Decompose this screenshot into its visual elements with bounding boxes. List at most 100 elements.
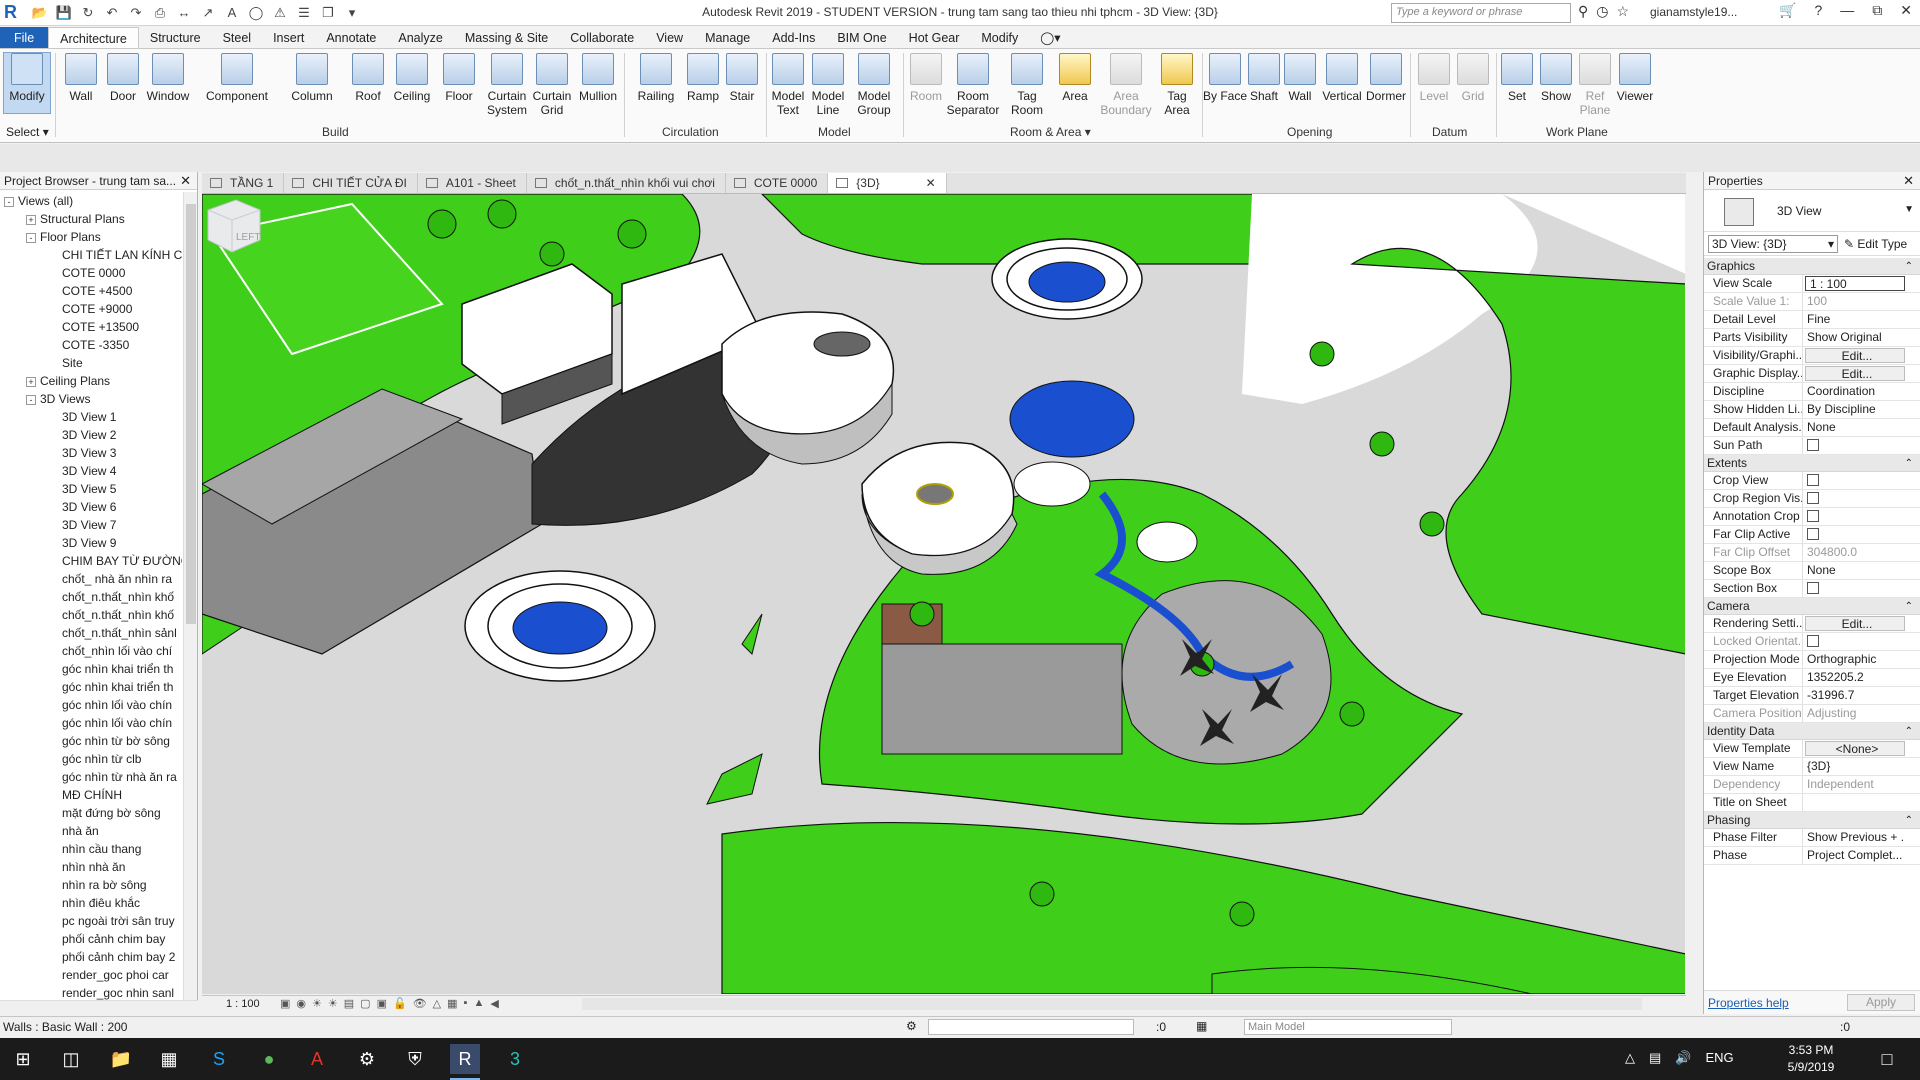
stair-button[interactable]: Stair <box>720 53 764 103</box>
set-button[interactable]: Set <box>1495 53 1539 103</box>
tab-tang-1[interactable]: TẦNG 1 <box>202 173 285 193</box>
property-checkbox[interactable] <box>1807 492 1819 504</box>
collapse-icon[interactable]: - <box>26 394 36 405</box>
browser-item[interactable]: góc nhìn khai triển th <box>0 660 182 678</box>
property-value[interactable]: By Discipline <box>1803 401 1903 418</box>
browser-item[interactable]: CHI TIẾT LAN KÍNH CẦU <box>0 246 182 264</box>
collapse-icon[interactable]: ⌃ <box>1905 455 1913 472</box>
browser-item[interactable]: 3D View 2 <box>0 426 182 444</box>
show-button[interactable]: Show <box>1534 53 1578 103</box>
browser-item[interactable]: COTE 0000 <box>0 264 182 282</box>
window-button[interactable]: Window <box>146 53 190 103</box>
viewer-button[interactable]: Viewer <box>1613 53 1657 103</box>
expand-icon[interactable]: + <box>26 376 36 387</box>
tab-structure[interactable]: Structure <box>139 27 212 48</box>
property-value[interactable] <box>1803 490 1903 507</box>
people-icon[interactable]: △ <box>1625 1050 1635 1066</box>
browser-item[interactable]: chốt_nhìn lối vào chí <box>0 642 182 660</box>
tab-steel[interactable]: Steel <box>212 27 263 48</box>
close-icon[interactable]: ✕ <box>1903 173 1914 189</box>
browser-item[interactable]: chốt_ nhà ăn nhìn ra <box>0 570 182 588</box>
browser-item[interactable]: COTE +4500 <box>0 282 182 300</box>
collapse-icon[interactable]: ⌃ <box>1905 258 1913 275</box>
properties-help-link[interactable]: Properties help <box>1708 996 1789 1010</box>
browser-item[interactable]: góc nhìn khai triển th <box>0 678 182 696</box>
defender-shield-icon[interactable]: ⛨ <box>400 1044 430 1074</box>
network-icon[interactable]: ▤ <box>1649 1050 1661 1066</box>
lang-indicator[interactable]: ENG <box>1705 1050 1733 1066</box>
browser-item[interactable]: góc nhìn từ nhà ăn ra <box>0 768 182 786</box>
vertical-button[interactable]: Vertical <box>1320 53 1364 103</box>
panel-room-area-label[interactable]: Room & Area ▾ <box>1010 125 1091 139</box>
tab-a101-sheet[interactable]: A101 - Sheet <box>418 173 527 193</box>
browser-item[interactable]: chốt_n.thất_nhìn sảnl <box>0 624 182 642</box>
task-view-icon[interactable]: ◫ <box>56 1044 86 1074</box>
property-checkbox[interactable] <box>1807 582 1819 594</box>
detail-level-icon[interactable]: ▣ <box>280 997 290 1010</box>
property-value[interactable] <box>1803 794 1903 811</box>
render-icon[interactable]: ▤ <box>344 997 354 1010</box>
print-icon[interactable]: ⎙ <box>150 4 170 22</box>
browser-item[interactable]: góc nhìn từ clb <box>0 750 182 768</box>
tab-file[interactable]: File <box>0 27 49 48</box>
property-edit-button[interactable]: Edit... <box>1805 616 1905 631</box>
dimension-icon[interactable]: ↗ <box>198 4 218 22</box>
sync-icon[interactable]: ↻ <box>78 4 98 22</box>
browser-item[interactable]: MĐ CHÍNH <box>0 786 182 804</box>
collapse-icon[interactable]: ⌃ <box>1905 812 1913 829</box>
ceiling-button[interactable]: Ceiling <box>390 53 434 103</box>
property-value[interactable]: 1 : 100 <box>1805 276 1905 291</box>
curtain-grid-button[interactable]: Curtain Grid <box>530 53 574 117</box>
browser-item[interactable]: -3D Views <box>0 390 182 408</box>
temp-hide-icon[interactable]: 👁 <box>413 997 427 1010</box>
minimize-icon[interactable]: — <box>1840 2 1854 19</box>
ribbon-minimize-icon[interactable]: ◯▾ <box>1029 27 1071 48</box>
revit-taskbar-icon[interactable]: R <box>450 1044 480 1074</box>
notifications-icon[interactable]: □ <box>1872 1044 1902 1074</box>
subscription-icon[interactable]: ◷ <box>1596 3 1608 20</box>
taskbar-clock[interactable]: 3:53 PM 5/9/2019 <box>1776 1042 1846 1076</box>
property-value[interactable]: Show Previous + ... <box>1803 829 1903 846</box>
design-option-dropdown[interactable]: Main Model <box>1244 1019 1452 1035</box>
property-value[interactable]: -31996.7 <box>1803 687 1903 704</box>
tab-manage[interactable]: Manage <box>694 27 761 48</box>
unlocked-3d-icon[interactable]: 🔓 <box>393 997 407 1010</box>
tab-chot-nthat[interactable]: chốt_n.thất_nhìn khối vui chơi <box>527 173 726 193</box>
browser-item[interactable]: phối cảnh chim bay 2 <box>0 948 182 966</box>
search-input[interactable]: Type a keyword or phrase <box>1391 3 1571 23</box>
curtain-system-button[interactable]: Curtain System <box>485 53 529 117</box>
modify-button[interactable]: Modify <box>5 53 49 103</box>
property-value[interactable]: Fine <box>1803 311 1903 328</box>
model-text-button[interactable]: Model Text <box>766 53 810 117</box>
browser-item[interactable]: 3D View 6 <box>0 498 182 516</box>
by-face-button[interactable]: By Face <box>1203 53 1247 103</box>
user-name[interactable]: gianamstyle19... <box>1650 5 1737 19</box>
property-value[interactable]: 1352205.2 <box>1803 669 1903 686</box>
cart-icon[interactable]: 🛒 <box>1779 2 1796 19</box>
analytical-model-icon[interactable]: ▪ <box>464 997 468 1010</box>
3ds-max-icon[interactable]: 3 <box>500 1044 530 1074</box>
collapse-icon[interactable]: ⌃ <box>1905 598 1913 615</box>
type-selector[interactable]: 3D View ▼ <box>1704 190 1920 232</box>
property-value[interactable]: {3D} <box>1803 758 1903 775</box>
tag-room-button[interactable]: Tag Room <box>1005 53 1049 117</box>
browser-item[interactable]: nhà ăn <box>0 822 182 840</box>
railing-button[interactable]: Railing <box>634 53 678 103</box>
floor-button[interactable]: Floor <box>437 53 481 103</box>
calculator-icon[interactable]: ▦ <box>154 1044 184 1074</box>
browser-item[interactable]: + Structural Plans <box>0 210 182 228</box>
binoculars-icon[interactable]: ⚲ <box>1578 3 1588 20</box>
model-line-button[interactable]: Model Line <box>806 53 850 117</box>
property-value[interactable] <box>1803 526 1903 543</box>
collapse-icon[interactable]: - <box>26 232 36 243</box>
ref-plane-button[interactable]: Ref Plane <box>1573 53 1617 117</box>
roof-button[interactable]: Roof <box>346 53 390 103</box>
tab-chi-tiet-cua-di[interactable]: CHI TIẾT CỬA ĐI <box>284 173 418 193</box>
component-button[interactable]: Component <box>204 53 270 103</box>
workset-dropdown[interactable] <box>928 1019 1134 1035</box>
browser-item[interactable]: 3D View 9 <box>0 534 182 552</box>
opening-wall-button[interactable]: Wall <box>1278 53 1322 103</box>
property-category[interactable]: Graphics ⌃ <box>1704 258 1920 275</box>
tab-analyze[interactable]: Analyze <box>387 27 453 48</box>
browser-item[interactable]: phối cảnh chim bay <box>0 930 182 948</box>
